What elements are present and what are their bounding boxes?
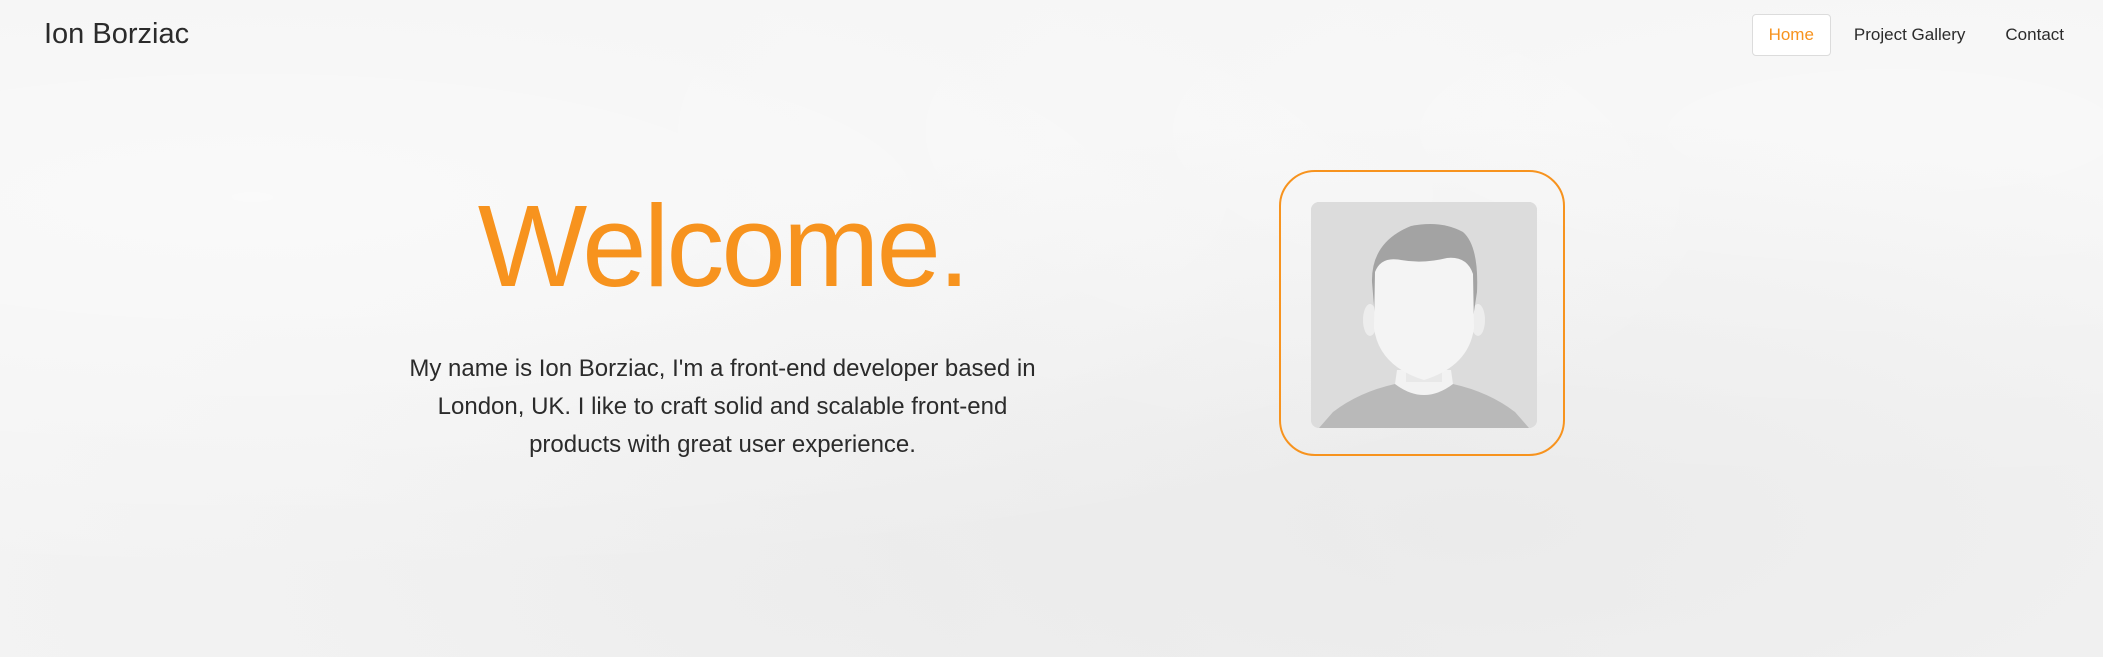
avatar-placeholder-icon (1311, 202, 1537, 428)
hero-title: Welcome. (477, 181, 971, 311)
main-nav: Home Project Gallery Contact (1751, 14, 2081, 56)
nav-contact-link[interactable]: Contact (1988, 14, 2081, 56)
nav-home-link[interactable]: Home (1751, 14, 1831, 56)
navbar: Ion Borziac Home Project Gallery Contact (0, 0, 2103, 70)
hero-intro: Welcome. My name is Ion Borziac, I'm a f… (380, 176, 1065, 464)
brand-link[interactable]: Ion Borziac (44, 18, 189, 51)
profile-photo (1311, 202, 1537, 428)
hero-intro-text: My name is Ion Borziac, I'm a front-end … (409, 355, 1036, 458)
nav-project-gallery-link[interactable]: Project Gallery (1837, 14, 1982, 56)
profile-photo-frame (1279, 170, 1565, 456)
